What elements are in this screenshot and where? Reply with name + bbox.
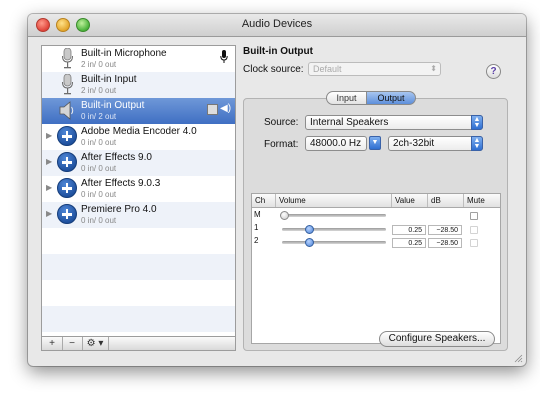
microphone-icon <box>62 74 73 95</box>
resize-grip-icon[interactable] <box>514 354 523 363</box>
window-title: Audio Devices <box>241 18 313 30</box>
list-empty-row <box>42 254 235 280</box>
audio-devices-window: Audio Devices Built-in Microphone 2 in/ … <box>28 14 526 366</box>
device-io-count: 2 in/ 0 out <box>81 60 117 69</box>
list-item-aggregate[interactable]: ▶ After Effects 9.0 0 in/ 0 out <box>42 150 235 176</box>
channel-2-value-field[interactable]: 0.25 <box>392 238 426 248</box>
source-popup[interactable]: Internal Speakers ▲ ▼ <box>305 115 483 130</box>
device-name: Built-in Input <box>81 74 137 85</box>
channel-2-volume-knob[interactable] <box>305 238 314 247</box>
tab-output[interactable]: Output <box>366 91 416 105</box>
channel-2-volume-slider[interactable] <box>282 241 386 244</box>
speaker-icon <box>59 101 74 120</box>
channel-1-mute-checkbox[interactable] <box>470 226 478 234</box>
clock-source-label: Clock source: <box>243 64 304 75</box>
channel-1-volume-slider[interactable] <box>282 228 386 231</box>
format-label: Format: <box>264 139 299 150</box>
list-item-aggregate[interactable]: ▶ Premiere Pro 4.0 0 in/ 0 out <box>42 202 235 228</box>
column-header-db: dB <box>428 194 464 207</box>
column-header-mute: Mute <box>467 196 485 205</box>
channel-format-popup[interactable]: 2ch-32bit ▲ ▼ <box>388 136 483 151</box>
sample-rate-field[interactable]: 48000.0 Hz <box>305 136 367 151</box>
title-bar[interactable]: Audio Devices <box>28 14 526 37</box>
device-name: Built-in Output <box>81 100 145 111</box>
device-io-count: 0 in/ 0 out <box>81 216 117 225</box>
channel-2-db-field[interactable]: −28.50 <box>428 238 462 248</box>
source-value: Internal Speakers <box>310 117 389 128</box>
device-title: Built-in Output <box>243 46 313 57</box>
channel-label: 2 <box>254 236 259 245</box>
device-name: After Effects 9.0 <box>81 152 152 163</box>
master-mute-checkbox[interactable] <box>470 212 478 220</box>
channel-label: M <box>254 210 261 219</box>
remove-device-button[interactable]: − <box>62 337 83 350</box>
column-header-ch: Ch <box>252 194 276 207</box>
list-item-aggregate[interactable]: ▶ Adobe Media Encoder 4.0 0 in/ 0 out <box>42 124 235 150</box>
popup-arrows-icon: ▲ ▼ <box>471 136 483 151</box>
master-volume-knob[interactable] <box>280 211 289 220</box>
list-empty-row <box>42 306 235 332</box>
list-empty-row <box>42 280 235 306</box>
volume-table-header: Ch Volume Value dB Mute <box>252 194 500 208</box>
sample-rate-dropdown-button[interactable]: ▼ <box>369 136 381 150</box>
device-list[interactable]: Built-in Microphone 2 in/ 0 out Built-in… <box>41 45 236 341</box>
device-name: Premiere Pro 4.0 <box>81 204 157 215</box>
device-io-count: 0 in/ 0 out <box>81 164 117 173</box>
default-input-mic-icon <box>220 50 228 63</box>
help-button[interactable]: ? <box>486 64 501 79</box>
output-settings-panel: Source: Internal Speakers ▲ ▼ Format: 480… <box>243 98 508 351</box>
device-name: After Effects 9.0.3 <box>81 178 161 189</box>
microphone-icon <box>62 48 73 69</box>
device-io-count: 2 in/ 0 out <box>81 86 117 95</box>
channel-1-volume-knob[interactable] <box>305 225 314 234</box>
disclosure-triangle-icon[interactable]: ▶ <box>46 209 52 218</box>
list-item-built-in-output[interactable]: Built-in Output 0 in/ 2 out ◀) <box>42 98 235 124</box>
disclosure-triangle-icon[interactable]: ▶ <box>46 157 52 166</box>
channel-2-mute-checkbox[interactable] <box>470 239 478 247</box>
disclosure-triangle-icon[interactable]: ▶ <box>46 183 52 192</box>
disclosure-triangle-icon[interactable]: ▶ <box>46 131 52 140</box>
list-empty-row <box>42 228 235 254</box>
channel-format-value: 2ch-32bit <box>393 138 435 149</box>
source-label: Source: <box>264 117 299 128</box>
list-toolbar: + − ⚙ ▾ <box>41 336 236 351</box>
channel-1-db-field[interactable]: −28.50 <box>428 225 462 235</box>
channel-1-value-field[interactable]: 0.25 <box>392 225 426 235</box>
column-header-volume: Volume <box>276 194 392 207</box>
add-device-button[interactable]: + <box>42 337 63 350</box>
configure-speakers-button[interactable]: Configure Speakers... <box>379 331 495 347</box>
device-io-count: 0 in/ 0 out <box>81 138 117 147</box>
device-name: Built-in Microphone <box>81 48 167 59</box>
list-item-built-in-input[interactable]: Built-in Input 2 in/ 0 out <box>42 72 235 98</box>
master-volume-slider[interactable] <box>282 214 386 217</box>
default-output-icon <box>207 104 218 115</box>
device-io-count: 0 in/ 0 out <box>81 190 117 199</box>
list-item-aggregate[interactable]: ▶ After Effects 9.0.3 0 in/ 0 out <box>42 176 235 202</box>
aggregate-plus-icon <box>57 178 77 198</box>
clock-source-popup[interactable]: Default ⬍ <box>308 62 441 76</box>
channel-label: 1 <box>254 223 259 232</box>
tab-input[interactable]: Input <box>326 91 367 105</box>
aggregate-plus-icon <box>57 152 77 172</box>
aggregate-plus-icon <box>57 126 77 146</box>
popup-arrows-icon: ▲ ▼ <box>471 115 483 130</box>
aggregate-plus-icon <box>57 204 77 224</box>
device-name: Adobe Media Encoder 4.0 <box>81 126 197 137</box>
device-io-count: 0 in/ 2 out <box>81 112 117 121</box>
gear-menu-button[interactable]: ⚙ ▾ <box>82 337 109 350</box>
clock-source-value: Default <box>313 64 342 74</box>
sample-rate-value: 48000.0 Hz <box>310 138 362 149</box>
column-header-value: Value <box>392 194 428 207</box>
popup-arrows-icon: ⬍ <box>430 64 437 73</box>
volume-table: Ch Volume Value dB Mute M 1 0.25 −28.50 … <box>251 193 501 344</box>
system-output-speaker-icon: ◀) <box>220 103 232 114</box>
list-item-built-in-microphone[interactable]: Built-in Microphone 2 in/ 0 out <box>42 46 235 72</box>
